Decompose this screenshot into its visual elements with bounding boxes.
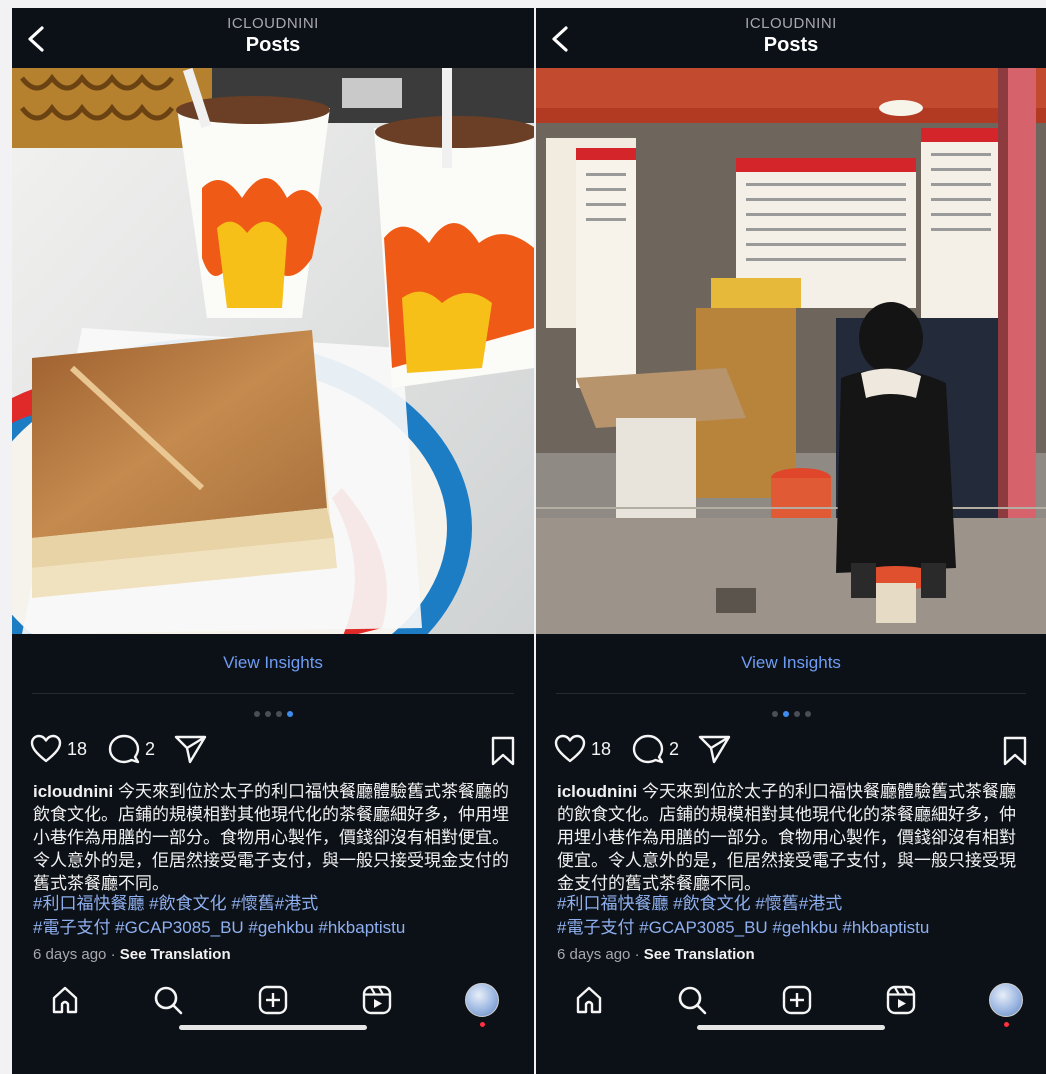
reels-icon bbox=[886, 985, 916, 1015]
see-translation-link[interactable]: See Translation bbox=[120, 946, 231, 963]
nav-search[interactable] bbox=[148, 980, 188, 1020]
like-button[interactable]: 18 bbox=[554, 734, 611, 764]
header-username: ICLOUDNINI bbox=[745, 15, 837, 32]
carousel-dot bbox=[793, 711, 800, 717]
search-icon bbox=[678, 986, 707, 1015]
post-meta: 6 days ago · See Translation bbox=[557, 946, 755, 963]
home-icon bbox=[52, 986, 78, 1014]
send-icon bbox=[698, 735, 731, 764]
header-username: ICLOUDNINI bbox=[227, 15, 319, 32]
notification-dot bbox=[1004, 1022, 1009, 1027]
home-indicator bbox=[697, 1025, 885, 1030]
bookmark-icon bbox=[491, 736, 515, 766]
page-title: Posts bbox=[763, 34, 819, 56]
home-indicator bbox=[179, 1025, 367, 1030]
divider bbox=[32, 693, 514, 694]
comment-count: 2 bbox=[669, 738, 680, 759]
post-time: 6 days ago bbox=[557, 946, 631, 963]
post-photo-storefront[interactable] bbox=[536, 68, 1046, 634]
post-caption: icloudnini 今天來到位於太子的利口福快餐廳體驗舊式茶餐廳的飲食文化。店… bbox=[33, 780, 514, 895]
share-button[interactable] bbox=[174, 734, 208, 764]
heart-icon bbox=[554, 734, 586, 763]
search-icon bbox=[154, 986, 183, 1015]
meta-separator: · bbox=[634, 946, 640, 963]
post-meta: 6 days ago · See Translation bbox=[33, 946, 231, 963]
post-view-right: ICLOUDNINI Posts View Insights 18 2 iclo… bbox=[536, 8, 1046, 1074]
post-actions: 18 2 bbox=[554, 734, 1032, 768]
reels-icon bbox=[362, 985, 392, 1015]
nav-profile[interactable] bbox=[986, 980, 1026, 1020]
send-icon bbox=[174, 735, 207, 764]
carousel-dot bbox=[275, 711, 282, 717]
heart-icon bbox=[30, 734, 62, 763]
meta-separator: · bbox=[110, 946, 116, 963]
comment-button[interactable]: 2 bbox=[108, 734, 155, 764]
bottom-nav bbox=[12, 968, 534, 1038]
page-title: Posts bbox=[245, 34, 301, 56]
post-view-left: ICLOUDNINI Posts View Insights 18 2 iclo… bbox=[12, 8, 534, 1074]
nav-profile[interactable] bbox=[462, 980, 502, 1020]
hashtags[interactable]: #利口福快餐廳 #飲食文化 #懷舊#港式 bbox=[557, 892, 1038, 915]
post-time: 6 days ago bbox=[33, 946, 107, 963]
hashtags[interactable]: #利口福快餐廳 #飲食文化 #懷舊#港式 bbox=[33, 892, 526, 915]
nav-create[interactable] bbox=[253, 980, 293, 1020]
bottom-nav bbox=[536, 968, 1046, 1038]
carousel-dot bbox=[804, 711, 811, 717]
comment-button[interactable]: 2 bbox=[632, 734, 679, 764]
carousel-dot-active bbox=[782, 711, 789, 717]
create-post-icon bbox=[782, 985, 812, 1015]
bookmark-icon bbox=[1003, 736, 1027, 766]
home-icon bbox=[576, 986, 602, 1014]
carousel-dot bbox=[264, 711, 271, 717]
header: ICLOUDNINI Posts bbox=[536, 8, 1046, 68]
nav-home[interactable] bbox=[569, 980, 609, 1020]
nav-reels[interactable] bbox=[881, 980, 921, 1020]
header: ICLOUDNINI Posts bbox=[12, 8, 534, 68]
caption-username[interactable]: icloudnini bbox=[557, 782, 637, 801]
caption-username[interactable]: icloudnini bbox=[33, 782, 113, 801]
view-insights-link[interactable]: View Insights bbox=[536, 653, 1046, 673]
notification-dot bbox=[480, 1022, 485, 1027]
nav-search[interactable] bbox=[672, 980, 712, 1020]
like-button[interactable]: 18 bbox=[30, 734, 87, 764]
view-insights-link[interactable]: View Insights bbox=[12, 653, 534, 673]
post-actions: 18 2 bbox=[30, 734, 520, 768]
save-button[interactable] bbox=[490, 736, 516, 771]
comment-count: 2 bbox=[145, 738, 156, 759]
nav-create[interactable] bbox=[777, 980, 817, 1020]
create-post-icon bbox=[258, 985, 288, 1015]
nav-reels[interactable] bbox=[357, 980, 397, 1020]
post-photo-toast-milk-tea[interactable] bbox=[12, 68, 534, 634]
hashtags[interactable]: #電子支付 #GCAP3085_BU #gehkbu #hkbaptistu bbox=[33, 916, 526, 939]
carousel-dot-active bbox=[286, 711, 293, 717]
like-count: 18 bbox=[591, 738, 612, 759]
post-caption: icloudnini 今天來到位於太子的利口福快餐廳體驗舊式茶餐廳的飲食文化。店… bbox=[557, 780, 1026, 895]
profile-avatar bbox=[989, 983, 1023, 1017]
carousel-dot bbox=[253, 711, 260, 717]
save-button[interactable] bbox=[1002, 736, 1028, 771]
see-translation-link[interactable]: See Translation bbox=[644, 946, 755, 963]
carousel-indicator bbox=[12, 711, 534, 717]
share-button[interactable] bbox=[698, 734, 732, 764]
comment-icon bbox=[632, 734, 664, 764]
carousel-indicator bbox=[536, 711, 1046, 717]
nav-home[interactable] bbox=[45, 980, 85, 1020]
carousel-dot bbox=[771, 711, 778, 717]
like-count: 18 bbox=[67, 738, 88, 759]
divider bbox=[556, 693, 1026, 694]
comment-icon bbox=[108, 734, 140, 764]
hashtags[interactable]: #電子支付 #GCAP3085_BU #gehkbu #hkbaptistu bbox=[557, 916, 1038, 939]
profile-avatar bbox=[465, 983, 499, 1017]
